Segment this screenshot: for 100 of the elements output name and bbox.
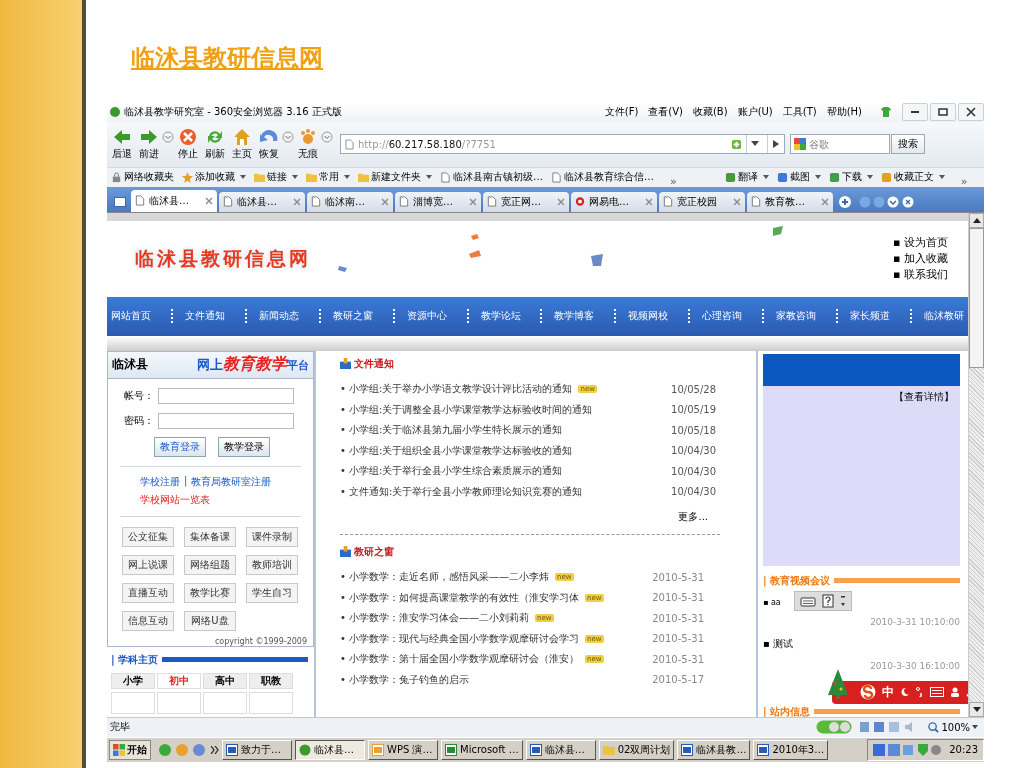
subject-cell[interactable] — [157, 692, 201, 714]
bookmark-item[interactable]: 下载 — [828, 170, 873, 185]
dropdown-icon[interactable] — [162, 131, 174, 144]
feature-button[interactable]: 直播互动 — [122, 583, 174, 603]
menu-item[interactable]: 收藏(B) — [692, 105, 728, 120]
article-link[interactable]: • 小学组:关于举行全县小学生综合素质展示的通知 — [340, 464, 563, 479]
meeting-link[interactable]: ▪ aa — [763, 598, 781, 607]
toggle-icon[interactable] — [816, 720, 853, 735]
nav-link[interactable]: 心理咨询 — [688, 309, 743, 324]
browser-tab[interactable]: 网易电… — [571, 192, 657, 212]
taskbar-button[interactable]: Microsoft … — [441, 739, 523, 760]
register-link[interactable]: 教育局教研室注册 — [191, 475, 272, 489]
bookmark-item[interactable]: 翻译 — [724, 170, 769, 185]
nav-link[interactable]: 文件通知 — [170, 309, 225, 324]
article-link[interactable]: • 小学数学：现代与经典全国小学数学观摩研讨会学习 — [340, 631, 580, 646]
input-mode-button[interactable]: 中 — [882, 684, 894, 701]
toolbar-button[interactable]: 刷新 — [202, 127, 228, 162]
close-tab-icon[interactable] — [645, 198, 653, 206]
dropdown-icon[interactable] — [321, 131, 333, 144]
subject-tab[interactable]: 高中 — [203, 673, 247, 689]
moon-icon[interactable] — [900, 687, 910, 698]
start-button[interactable]: 开始 — [109, 739, 151, 760]
browser-tab[interactable]: 宽正网… — [483, 192, 569, 212]
taskbar-button[interactable]: 02双周计划 — [598, 739, 675, 760]
close-tab-icon[interactable] — [381, 198, 389, 206]
header-link[interactable]: ▪ 设为首页 — [893, 235, 948, 251]
article-link[interactable]: • 小学数学：淮安学习体会——二小刘莉莉 — [340, 611, 530, 626]
scrollbar[interactable] — [968, 213, 984, 717]
bookmark-item[interactable]: 网络收藏夹 — [111, 170, 174, 185]
feature-button[interactable]: 网络组题 — [184, 555, 236, 575]
close-tab-icon[interactable] — [557, 198, 565, 206]
browser-tab[interactable]: 临沭县… — [131, 190, 217, 212]
subject-tab[interactable]: 小学 — [111, 673, 155, 689]
tab-controls-icon[interactable] — [859, 196, 915, 208]
close-tab-icon[interactable] — [733, 198, 741, 206]
browser-tab[interactable]: 淄博宽… — [395, 192, 481, 212]
password-field[interactable] — [158, 413, 294, 429]
dropdown-icon[interactable] — [282, 131, 294, 144]
close-button[interactable] — [958, 103, 984, 122]
feature-button[interactable]: 学生自习 — [246, 583, 298, 603]
toolbar-button[interactable]: 前进 — [136, 127, 174, 162]
subject-cell[interactable] — [249, 692, 293, 714]
article-link[interactable]: • 小学数学：第十届全国小学数学观摩研讨会（淮安） — [340, 652, 580, 667]
taskbar-button[interactable]: WPS 演… — [368, 739, 438, 760]
keyboard-icon[interactable] — [930, 687, 944, 698]
bookmark-item[interactable]: 新建文件夹 — [358, 170, 432, 185]
nav-link[interactable]: 视频网校 — [614, 309, 669, 324]
menu-item[interactable]: 工具(T) — [782, 105, 817, 120]
meeting-link[interactable]: ▪ 测试 — [763, 638, 793, 649]
shirt-icon[interactable] — [880, 106, 892, 119]
shield-icon[interactable] — [731, 138, 742, 150]
search-button[interactable]: 搜索 — [891, 134, 925, 155]
menu-item[interactable]: 文件(F) — [604, 105, 639, 120]
tray-icons[interactable] — [873, 743, 944, 756]
address-field[interactable]: http://60.217.58.180/?7751 — [340, 134, 785, 155]
feature-button[interactable]: 网络U盘 — [184, 611, 236, 631]
bookmark-item[interactable]: 链接 — [254, 170, 298, 185]
toolbar-button[interactable]: 停止 — [175, 127, 201, 162]
minimize-button[interactable] — [902, 103, 928, 122]
feature-button[interactable]: 教学比赛 — [184, 583, 236, 603]
details-link[interactable]: 【查看详情】 — [894, 390, 954, 404]
browser-tab[interactable]: 临沭南… — [307, 192, 393, 212]
taskbar-button[interactable]: 临沭县… — [525, 739, 596, 760]
feature-button[interactable]: 集体备课 — [184, 527, 236, 547]
more-bookmarks-button[interactable]: » — [960, 174, 968, 188]
scroll-up-button[interactable] — [969, 213, 984, 228]
keyboard-icon[interactable] — [800, 595, 816, 607]
more-bookmarks-button[interactable]: » — [670, 174, 677, 188]
feature-button[interactable]: 课件录制 — [246, 527, 298, 547]
school-list-link[interactable]: 学校网站一览表 — [140, 493, 313, 507]
chevron-icon[interactable] — [211, 745, 219, 754]
toolbar-handle-icon[interactable] — [840, 594, 846, 608]
subject-tab[interactable]: 初中 — [157, 673, 201, 689]
nav-link[interactable]: 教学论坛 — [466, 309, 521, 324]
subject-tab[interactable]: 职教 — [249, 673, 293, 689]
menu-item[interactable]: 帮助(H) — [826, 105, 862, 120]
scroll-thumb[interactable] — [969, 228, 984, 368]
menu-item[interactable]: 账户(U) — [737, 105, 773, 120]
article-link[interactable]: • 小学组:关于组织全县小学课堂教学达标验收的通知 — [340, 443, 573, 458]
nav-link[interactable]: 教研之窗 — [318, 309, 373, 324]
subject-cell[interactable] — [111, 692, 155, 714]
taskbar-button[interactable]: 临沭县教… — [677, 739, 751, 760]
feature-button[interactable]: 教师培训 — [246, 555, 298, 575]
search-engine-icon[interactable] — [794, 138, 806, 151]
header-link[interactable]: ▪ 加入收藏 — [893, 251, 948, 267]
taskbar-button[interactable]: 致力于… — [222, 739, 292, 760]
subject-cell[interactable] — [203, 692, 247, 714]
browser-tab[interactable]: 临沭县… — [219, 192, 305, 212]
nav-link[interactable]: 网站首页 — [111, 309, 151, 324]
maximize-button[interactable] — [930, 103, 956, 122]
login-button[interactable]: 教学登录 — [218, 437, 270, 457]
taskbar-button[interactable]: 临沭县… — [295, 739, 365, 760]
article-link[interactable]: • 小学组:关于临沭县第九届小学生特长展示的通知 — [340, 423, 563, 438]
bookmark-item[interactable]: 添加收藏 — [182, 170, 246, 185]
article-link[interactable]: • 小学数学：如何提高课堂教学的有效性（淮安学习体 — [340, 590, 580, 605]
bookmark-item[interactable]: 收藏正文 — [880, 170, 945, 185]
close-tab-icon[interactable] — [205, 197, 213, 205]
help-icon[interactable] — [822, 594, 834, 608]
user-icon[interactable] — [950, 687, 960, 698]
header-link[interactable]: ▪ 联系我们 — [893, 267, 948, 283]
